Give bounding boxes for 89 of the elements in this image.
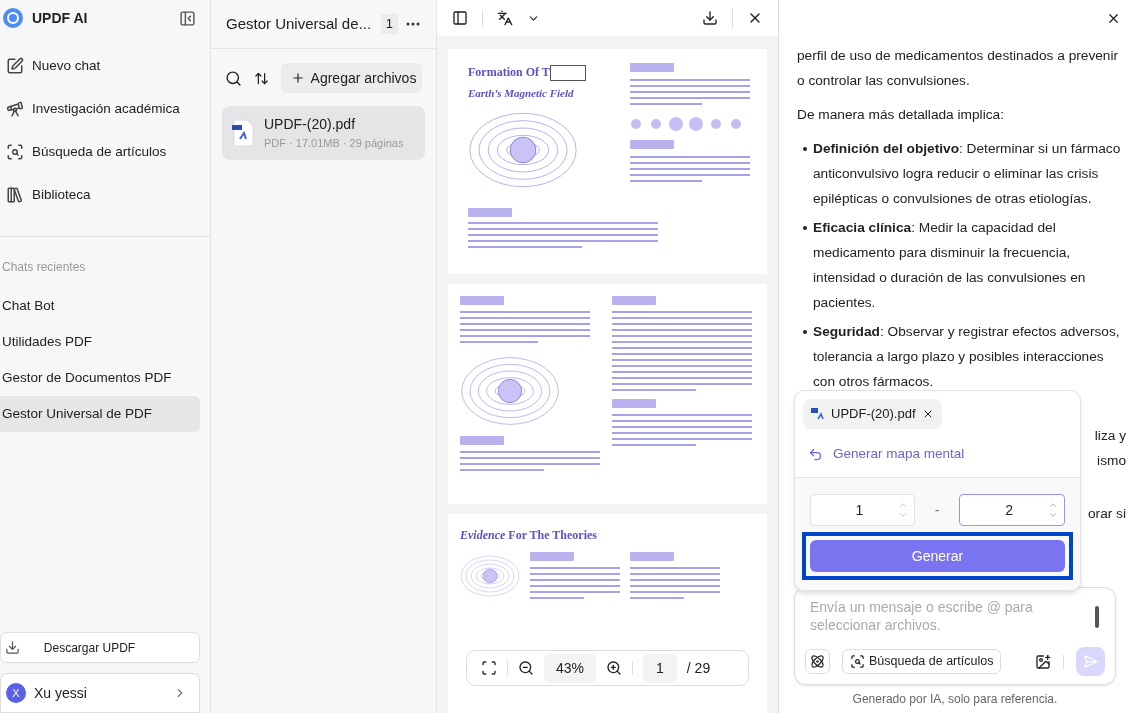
section-tag bbox=[630, 140, 674, 149]
chat-item[interactable]: Chat Bot bbox=[0, 288, 200, 324]
page-heading: Evidence For The Theories bbox=[460, 527, 598, 544]
return-arrow-icon bbox=[808, 446, 823, 462]
pdf-file-icon bbox=[232, 119, 254, 147]
covered-text: ismo bbox=[1097, 452, 1126, 470]
section-tag bbox=[468, 207, 512, 217]
download-button[interactable]: Descargar UPDF bbox=[0, 632, 200, 663]
fit-page-icon bbox=[481, 660, 497, 676]
range-separator: - bbox=[934, 500, 940, 520]
section-tag bbox=[460, 436, 504, 445]
file-chip: UPDF-(20).pdf bbox=[803, 399, 942, 429]
nav-item[interactable]: Investigación académica bbox=[0, 90, 210, 128]
search-icon bbox=[850, 654, 865, 669]
sort-icon bbox=[254, 70, 269, 86]
translate-button[interactable] bbox=[497, 10, 513, 26]
article-search-button[interactable]: Búsqueda de artículos bbox=[842, 649, 1002, 674]
message-input[interactable]: Envía un mensaje o escribe @ para seleccionar archivos. Búsqueda de artículos bbox=[794, 587, 1116, 685]
section-tag bbox=[612, 296, 656, 305]
image-icon bbox=[1035, 653, 1051, 670]
atom-icon bbox=[810, 654, 825, 669]
sort-button[interactable] bbox=[254, 70, 269, 86]
disclaimer-text: Generado por IA, solo para referencia. bbox=[851, 691, 1059, 708]
section-tag bbox=[530, 552, 574, 561]
page-number-field[interactable]: 1 bbox=[643, 653, 677, 683]
books-icon bbox=[6, 186, 24, 204]
covered-text: orar si bbox=[1087, 505, 1126, 523]
empty-box bbox=[549, 65, 586, 81]
collapse-sidebar-button[interactable] bbox=[179, 9, 196, 27]
panel-title: Gestor Universal de... bbox=[226, 13, 373, 34]
chat-item[interactable]: Gestor de Documentos PDF bbox=[0, 360, 200, 396]
page-subheading: Earth’s Magnetic Field bbox=[468, 86, 575, 101]
zoom-in-icon bbox=[606, 660, 623, 676]
send-icon bbox=[1083, 654, 1098, 669]
section-tag bbox=[460, 296, 504, 305]
pdf-file-icon bbox=[811, 407, 825, 421]
zoom-out-icon bbox=[518, 660, 534, 676]
section-tag bbox=[630, 63, 674, 72]
telescope-icon bbox=[6, 100, 24, 118]
scrollbar-icon bbox=[1095, 606, 1099, 628]
more-button[interactable] bbox=[406, 22, 420, 26]
add-image-button[interactable] bbox=[1035, 653, 1051, 670]
section-heading: Chats recientes bbox=[1, 259, 87, 276]
edit-icon bbox=[6, 57, 24, 75]
section-tag bbox=[630, 552, 674, 561]
page-total: / 29 bbox=[686, 658, 711, 678]
file-meta: PDF · 17.01MB · 29 páginas bbox=[264, 136, 404, 152]
bullet-text: Seguridad: Observar y registrar efectos adversos, tolerancia a largo plazo y posibles interacciones con otros fármacos. bbox=[813, 323, 1121, 391]
zoom-out-button[interactable] bbox=[518, 660, 534, 676]
download-icon bbox=[5, 640, 20, 655]
zoom-in-button[interactable] bbox=[606, 660, 623, 676]
magnetic-field-drawing bbox=[460, 552, 520, 600]
search-icon bbox=[6, 143, 24, 161]
fit-page-button[interactable] bbox=[481, 660, 497, 676]
from-page-field[interactable]: 1 bbox=[810, 494, 915, 527]
chat-item[interactable]: Utilidades PDF bbox=[0, 324, 200, 360]
chat-paragraph: perfil de uso de medicamentos destinados a prevenir o controlar las convulsiones. bbox=[797, 47, 1120, 90]
nav-item[interactable]: Búsqueda de artículos bbox=[0, 133, 210, 171]
page-heading: Formation Of T bbox=[468, 64, 550, 81]
mind-map-link[interactable]: Generar mapa mental bbox=[795, 444, 1080, 465]
download-button[interactable] bbox=[702, 10, 718, 26]
search-button[interactable] bbox=[225, 69, 242, 87]
generate-button[interactable]: Generar bbox=[810, 540, 1065, 573]
sidebar-toggle-button[interactable] bbox=[452, 10, 468, 26]
add-files-button[interactable]: Agregar archivos bbox=[281, 63, 422, 93]
download-icon bbox=[702, 10, 718, 26]
nav-item[interactable]: Nuevo chat bbox=[0, 47, 210, 85]
section-tag bbox=[612, 399, 656, 408]
covered-text: liza y bbox=[1094, 427, 1126, 445]
chat-item[interactable]: Gestor Universal de PDF bbox=[0, 396, 200, 432]
atom-button[interactable] bbox=[805, 649, 830, 674]
user-avatar: X bbox=[6, 683, 26, 703]
zoom-level: 43% bbox=[544, 653, 597, 683]
more-icon bbox=[406, 22, 420, 26]
panel-icon bbox=[452, 10, 468, 26]
nav-item[interactable]: Biblioteca bbox=[0, 176, 210, 214]
app-title: UPDF AI bbox=[32, 8, 89, 28]
file-item[interactable]: UPDF-(20).pdf PDF · 17.01MB · 29 páginas bbox=[222, 106, 425, 160]
chat-paragraph: De manera más detallada implica: bbox=[797, 106, 1005, 124]
translate-icon bbox=[497, 10, 513, 26]
plus-icon bbox=[291, 71, 305, 85]
sidebar-toggle-icon bbox=[179, 9, 196, 27]
bullet-text: Eficacia clínica: Medir la capacidad del medicamento para disminuir la frecuencia, intensidad o duración de las convulsiones en pacientes. bbox=[813, 219, 1087, 312]
search-icon bbox=[225, 69, 242, 87]
file-name: UPDF-(20).pdf bbox=[264, 115, 357, 135]
file-count: 1 bbox=[380, 14, 398, 34]
user-profile-button[interactable]: X Xu yessi bbox=[0, 673, 200, 713]
to-page-field[interactable]: 2 bbox=[959, 494, 1065, 527]
bullet-text: Definición del objetivo: Determinar si un fármaco anticonvulsivo logra reducir o eliminar las crisis epilépticas o convulsiones de otras etiologías. bbox=[813, 140, 1122, 208]
